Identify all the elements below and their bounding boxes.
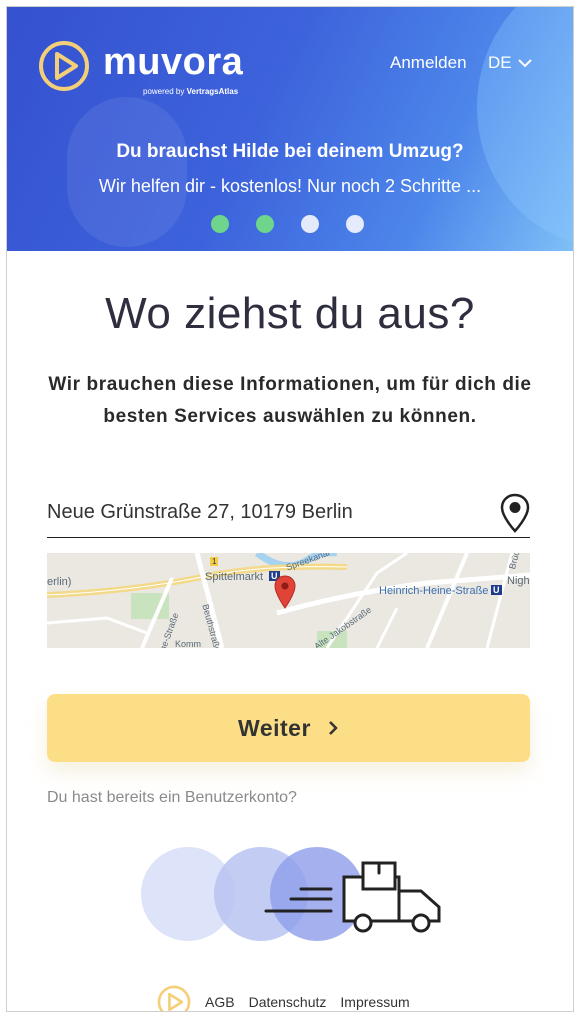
carousel-dots [211, 215, 364, 233]
continue-label: Weiter [238, 714, 311, 741]
language-label: DE [488, 53, 512, 72]
carousel-dot-4[interactable] [346, 215, 364, 233]
footer-link-impressum[interactable]: Impressum [340, 994, 409, 1010]
map-label: Nigh [507, 575, 530, 587]
page-description: Wir brauchen diese Informationen, um für… [48, 374, 532, 427]
continue-button[interactable]: Weiter [47, 694, 530, 762]
powered-brand: VertragsAtlas [186, 87, 239, 96]
address-input[interactable] [47, 501, 487, 524]
hero-decoration [67, 97, 187, 247]
map-marker-icon[interactable] [274, 575, 296, 609]
powered-by: powered by VertragsAtlas [143, 87, 238, 96]
carousel-dot-1[interactable] [211, 215, 229, 233]
hero-subtitle: Wir helfen dir - kostenlos! Nur noch 2 S… [98, 176, 482, 196]
footer: AGB Datenschutz Impressum [157, 985, 410, 1011]
page-title: Wo ziehst du aus? [105, 289, 475, 338]
chevron-down-icon [517, 59, 532, 68]
hero-decoration [477, 7, 573, 247]
map-label: Spittelmarkt [205, 571, 264, 583]
map-label: Komm [175, 639, 202, 648]
login-link[interactable]: Anmelden [390, 53, 467, 73]
address-field[interactable] [47, 493, 530, 538]
language-selector[interactable]: DE [488, 53, 532, 73]
existing-account-link[interactable]: Du hast bereits ein Benutzerkonto? [47, 789, 297, 807]
map-label: U [491, 585, 502, 595]
map-label: 1 [210, 557, 219, 566]
footer-link-agb[interactable]: AGB [205, 994, 235, 1010]
brand-name[interactable]: muvora [103, 41, 243, 84]
moving-truck-icon [141, 847, 441, 941]
hero-header: muvora powered by VertragsAtlas Anmelden… [7, 7, 573, 251]
play-logo-icon [157, 985, 191, 1011]
carousel-dot-3[interactable] [301, 215, 319, 233]
hero-title: Du brauchst Hilde bei deinem Umzug? [116, 141, 464, 162]
map-label: erlin) [47, 576, 72, 588]
play-logo-icon[interactable] [38, 40, 90, 92]
powered-prefix: powered by [143, 87, 185, 96]
carousel-dot-2[interactable] [256, 215, 274, 233]
chevron-right-icon [329, 721, 338, 735]
footer-link-datenschutz[interactable]: Datenschutz [249, 994, 327, 1010]
location-map[interactable]: erlin) Spittelmarkt U 1 Heinrich-Heine-S… [47, 553, 530, 648]
app-frame: muvora powered by VertragsAtlas Anmelden… [6, 6, 574, 1012]
location-pin-icon[interactable] [500, 493, 530, 533]
map-label: Heinrich-Heine-Straße [379, 585, 489, 597]
